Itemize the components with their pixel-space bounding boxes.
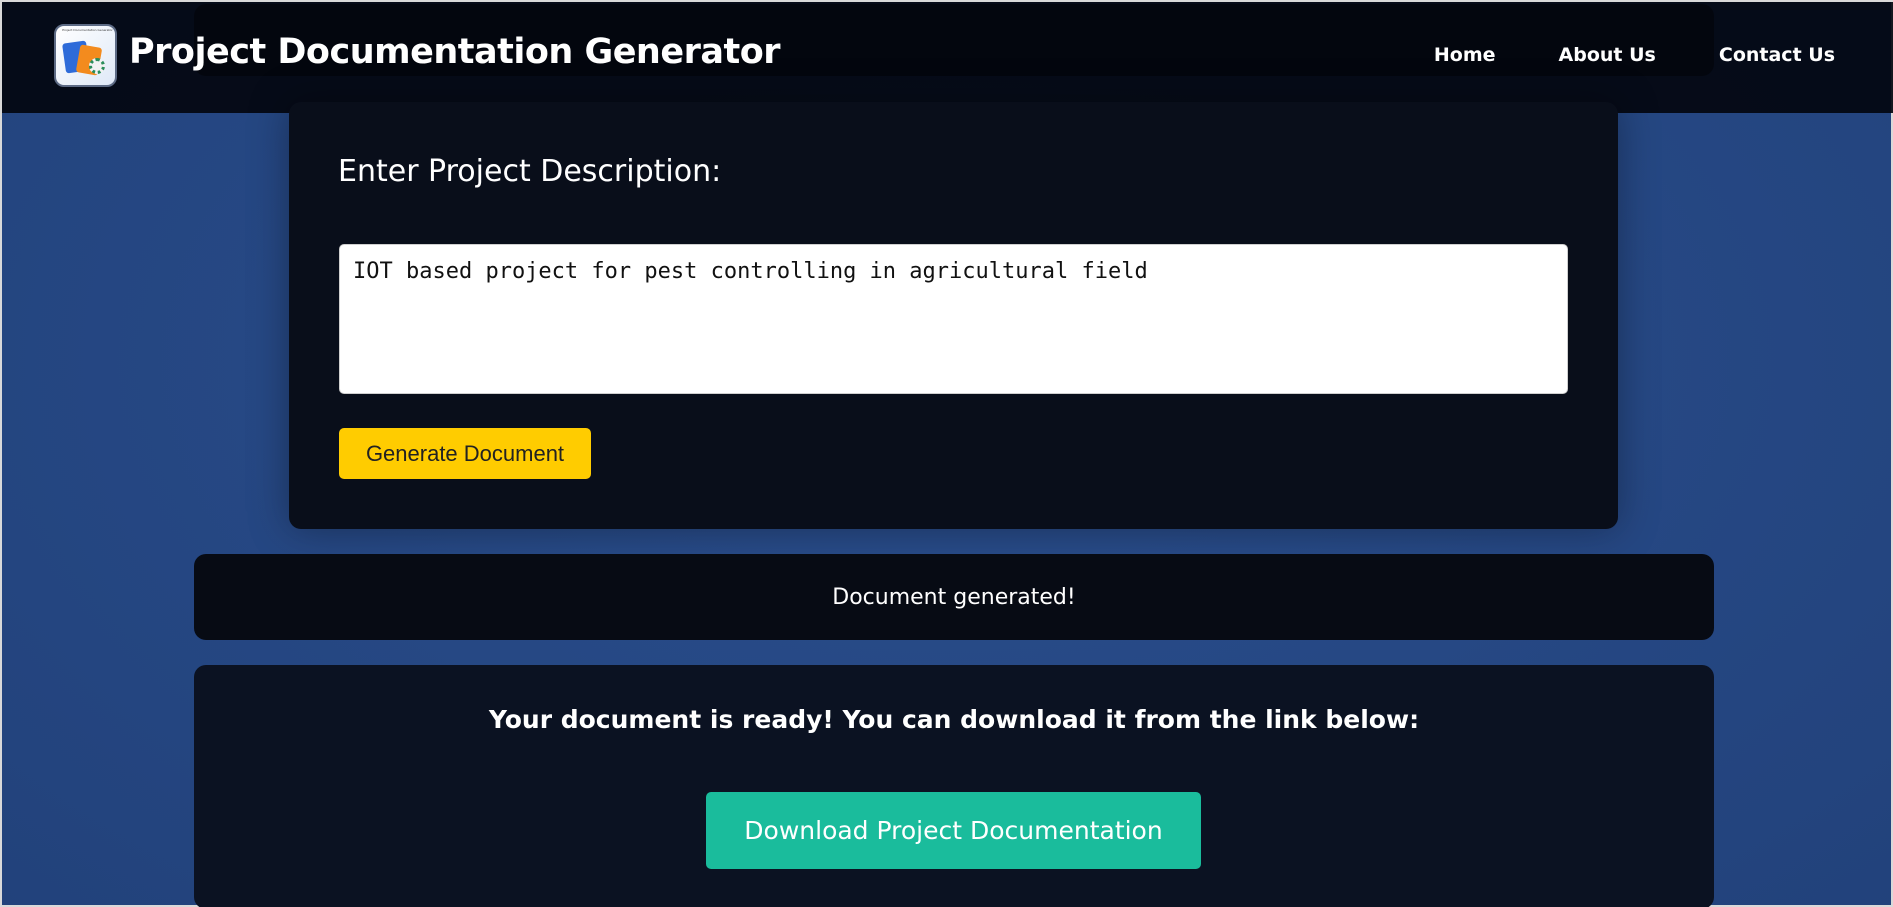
generate-document-button[interactable]: Generate Document (339, 428, 591, 479)
nav-home-link[interactable]: Home (1434, 44, 1496, 66)
logo-caption: Project Documentation Generator (62, 28, 113, 32)
document-gear-logo-icon[interactable]: Project Documentation Generator (54, 24, 117, 87)
status-message: Document generated! (832, 584, 1076, 610)
site-header: Project Documentation Generator Project … (2, 2, 1893, 113)
site-title: Project Documentation Generator (129, 32, 781, 72)
download-card: Your document is ready! You can download… (194, 665, 1714, 907)
description-label: Enter Project Description: (338, 154, 722, 189)
logo-gear-shape (89, 58, 105, 74)
main-nav: Home About Us Contact Us (1434, 44, 1835, 66)
nav-about-link[interactable]: About Us (1559, 44, 1656, 66)
ready-message: Your document is ready! You can download… (488, 705, 1420, 734)
project-description-input[interactable] (339, 244, 1568, 394)
download-documentation-button[interactable]: Download Project Documentation (706, 792, 1201, 869)
nav-contact-link[interactable]: Contact Us (1719, 44, 1835, 66)
status-card: Document generated! (194, 554, 1714, 640)
description-form-card: Enter Project Description: Generate Docu… (289, 102, 1618, 529)
